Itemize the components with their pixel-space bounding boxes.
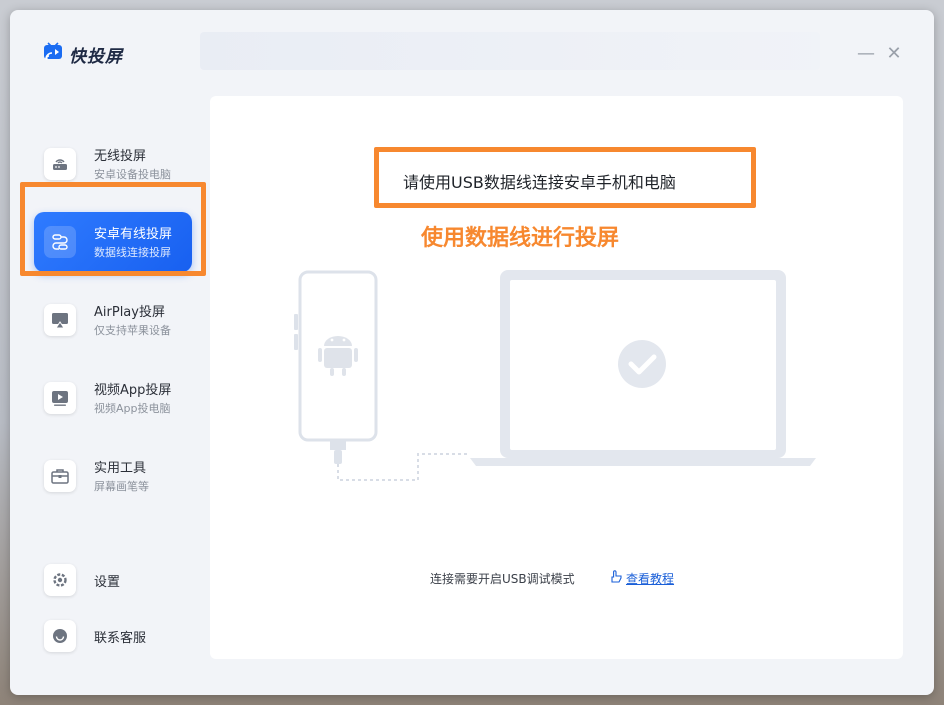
sidebar-item-tools[interactable]: 实用工具 屏幕画笔等 bbox=[34, 446, 192, 506]
annotation-text: 使用数据线进行投屏 bbox=[421, 226, 620, 251]
sidebar-item-subtitle: 仅支持苹果设备 bbox=[94, 324, 171, 337]
sidebar-item-subtitle: 视频App投电脑 bbox=[94, 402, 171, 415]
pointing-hand-icon[interactable] bbox=[608, 569, 624, 585]
sidebar-item-video-app[interactable]: 视频App投屏 视频App投电脑 bbox=[34, 368, 192, 428]
customer-service-button[interactable]: 联系客服 bbox=[40, 618, 190, 654]
nav-icon-wrap bbox=[44, 620, 76, 652]
video-app-icon bbox=[52, 391, 68, 406]
wired-item-highlight-frame bbox=[20, 182, 206, 276]
instruction-text: 请使用USB数据线连接安卓手机和电脑 bbox=[403, 173, 676, 192]
sidebar-item-title: 实用工具 bbox=[94, 461, 147, 476]
check-circle-icon bbox=[618, 340, 666, 388]
view-tutorial-link[interactable]: 查看教程 bbox=[626, 570, 674, 587]
nav-icon-wrap bbox=[44, 382, 76, 414]
customer-service-label: 联系客服 bbox=[94, 631, 147, 646]
settings-button[interactable]: 设置 bbox=[40, 562, 190, 598]
app-window: 快投屏 — ✕ 无线投屏 安卓设备投电脑 安卓有线投屏 数据线连接投屏 AirP… bbox=[10, 10, 934, 695]
nav-icon-wrap bbox=[44, 304, 76, 336]
main-panel: 请使用USB数据线连接安卓手机和电脑 使用数据线进行投屏 连接需要开启USB调试… bbox=[210, 96, 903, 659]
usb-cable-line bbox=[337, 453, 469, 481]
chat-icon bbox=[53, 629, 67, 643]
wifi-router-icon bbox=[53, 159, 67, 170]
sidebar-item-title: 无线投屏 bbox=[94, 149, 147, 164]
close-button[interactable]: ✕ bbox=[886, 45, 902, 63]
sidebar-item-title: AirPlay投屏 bbox=[94, 305, 165, 320]
minimize-button[interactable]: — bbox=[857, 45, 875, 63]
sidebar-item-subtitle: 屏幕画笔等 bbox=[94, 480, 149, 493]
usb-debug-note: 连接需要开启USB调试模式 bbox=[430, 572, 575, 586]
nav-icon-wrap bbox=[44, 148, 76, 180]
airplay-icon bbox=[52, 313, 68, 329]
title-bar-blur bbox=[200, 32, 820, 70]
nav-icon-wrap bbox=[44, 564, 76, 596]
toolbox-icon bbox=[51, 469, 69, 484]
gear-icon bbox=[53, 573, 67, 587]
app-logo-icon bbox=[44, 42, 62, 60]
sidebar-item-title: 视频App投屏 bbox=[94, 383, 172, 398]
settings-label: 设置 bbox=[94, 575, 121, 590]
sidebar-item-airplay[interactable]: AirPlay投屏 仅支持苹果设备 bbox=[34, 290, 192, 350]
instruction-highlight-frame: 请使用USB数据线连接安卓手机和电脑 bbox=[374, 147, 756, 208]
app-title: 快投屏 bbox=[69, 47, 123, 67]
sidebar-item-subtitle: 安卓设备投电脑 bbox=[94, 168, 171, 181]
phone-laptop-illustration bbox=[294, 270, 816, 481]
sidebar: 无线投屏 安卓设备投电脑 安卓有线投屏 数据线连接投屏 AirPlay投屏 仅支… bbox=[10, 96, 210, 695]
nav-icon-wrap bbox=[44, 460, 76, 492]
title-bar[interactable]: 快投屏 — ✕ bbox=[10, 10, 934, 96]
